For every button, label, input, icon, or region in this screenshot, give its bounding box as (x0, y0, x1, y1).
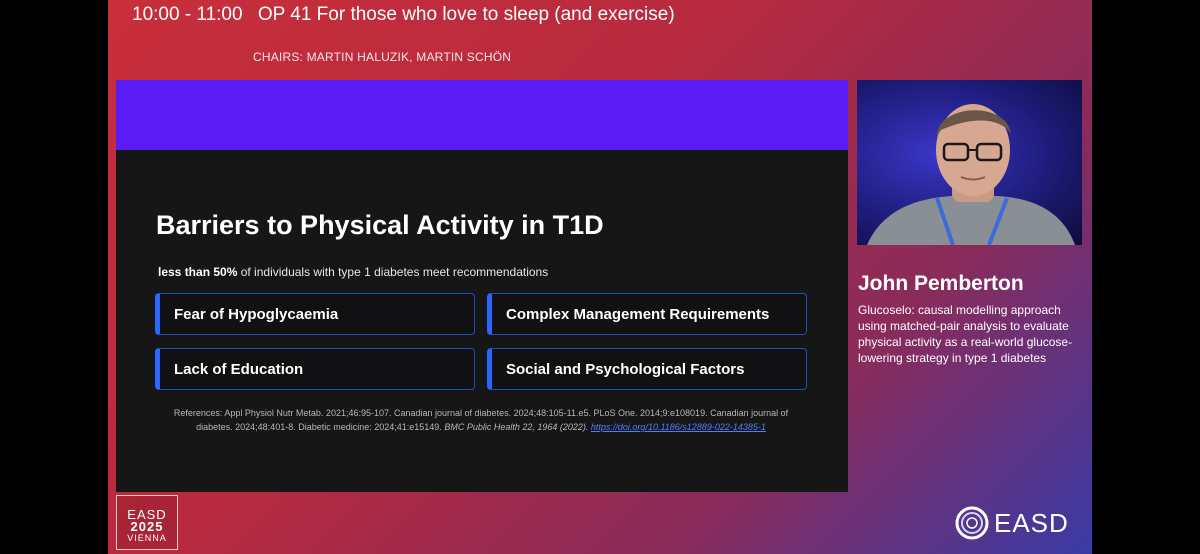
barrier-card: Fear of Hypoglycaemia (155, 293, 475, 335)
subtitle-text: of individuals with type 1 diabetes meet… (237, 265, 549, 279)
easd-logo: EASD (954, 505, 1069, 541)
easd-ring-icon (955, 506, 989, 540)
speaker-name: John Pemberton (858, 272, 1024, 295)
slide-subtitle: less than 50% of individuals with type 1… (158, 265, 548, 279)
event-city: VIENNA (127, 533, 167, 543)
references-italic: BMC Public Health 22, 1964 (2022). (444, 422, 591, 432)
slide-title: Barriers to Physical Activity in T1D (156, 210, 604, 240)
barrier-card: Social and Psychological Factors (487, 348, 807, 390)
session-title: OP 41 For those who love to sleep (and e… (257, 4, 675, 25)
easd-logo-text: EASD (994, 507, 1069, 538)
presentation-frame: 10:00 - 11:00 OP 41 For those who love t… (108, 0, 1092, 554)
session-chairs: CHAIRS: MARTIN HALUZIK, MARTIN SCHÖN (253, 50, 512, 64)
subtitle-highlight: less than 50% (158, 265, 238, 279)
slide-header-band (116, 80, 848, 150)
slide: Barriers to Physical Activity in T1D les… (116, 80, 848, 492)
event-year: 2025 (130, 519, 164, 534)
session-header: 10:00 - 11:00 OP 41 For those who love t… (132, 4, 675, 26)
barrier-card: Lack of Education (155, 348, 475, 390)
easd-vienna-logo: EASD 2025 VIENNA (116, 495, 178, 550)
speaker-video (857, 80, 1082, 245)
session-time: 10:00 - 11:00 (132, 4, 243, 25)
speaker-photo (867, 104, 1075, 245)
barrier-card: Complex Management Requirements (487, 293, 807, 335)
slide-references: References: Appl Physiol Nutr Metab. 202… (156, 406, 806, 434)
reference-doi-link[interactable]: https://doi.org/10.1186/s12889-022-14385… (591, 422, 766, 432)
talk-title: Glucoselo: causal modelling approach usi… (858, 303, 1073, 365)
